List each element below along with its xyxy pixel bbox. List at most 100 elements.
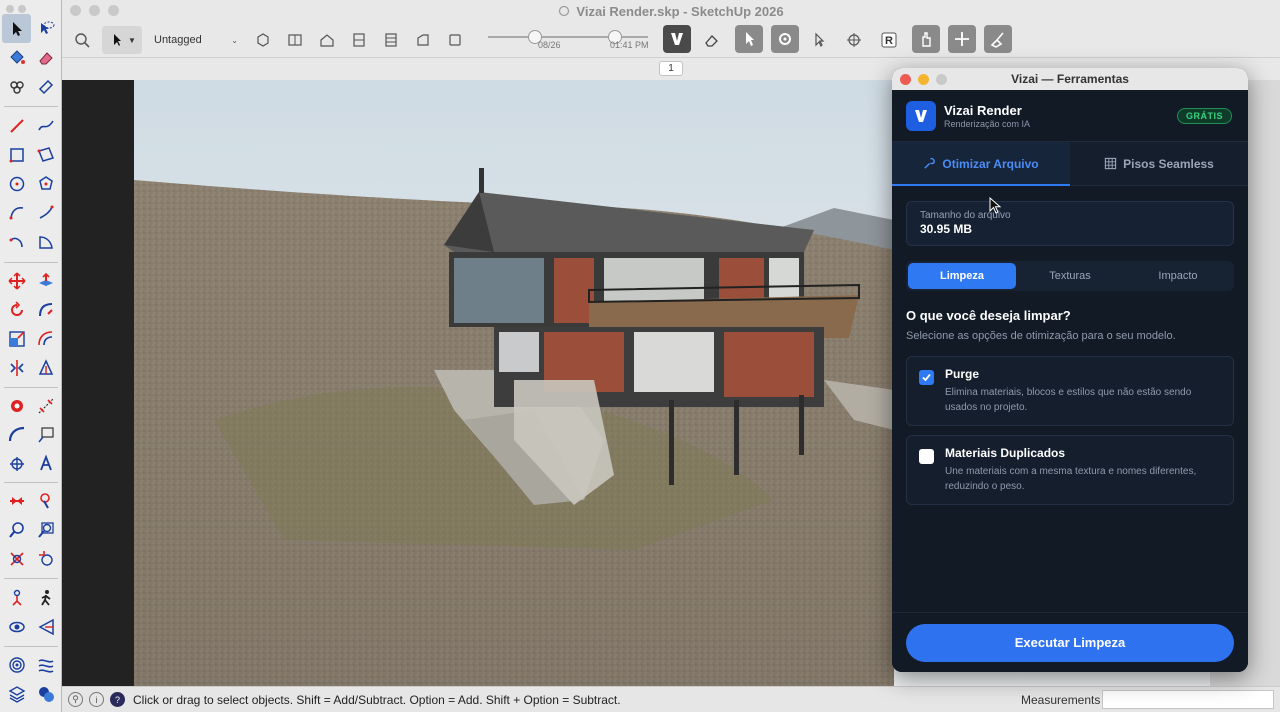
file-size-value: 30.95 MB xyxy=(920,222,973,236)
help-question-icon[interactable]: ? xyxy=(110,692,125,707)
view-right-button[interactable] xyxy=(348,26,370,54)
tag-tool-button[interactable] xyxy=(252,26,274,54)
tool-group-edit xyxy=(2,266,60,382)
vizai-minimize-button[interactable] xyxy=(918,74,929,85)
scene-tab-1[interactable]: 1 xyxy=(659,61,683,76)
zoom-window-tool-icon[interactable] xyxy=(31,515,60,544)
previous-view-tool-icon[interactable] xyxy=(31,544,60,573)
tag-tool-icon[interactable] xyxy=(31,72,60,101)
executar-limpeza-button[interactable]: Executar Limpeza xyxy=(906,623,1234,662)
text-tool-icon[interactable] xyxy=(31,420,60,449)
vizai-window-title: Vizai — Ferramentas xyxy=(1011,72,1129,86)
three-point-arc-tool-icon[interactable] xyxy=(2,227,31,256)
minimize-window-button[interactable] xyxy=(89,5,100,16)
vizai-extension-button[interactable] xyxy=(663,25,691,53)
view-back-button[interactable] xyxy=(380,26,402,54)
date-slider[interactable] xyxy=(488,30,580,44)
materials-tool-icon[interactable] xyxy=(31,679,60,708)
sandbox-contours-tool-icon[interactable] xyxy=(2,650,31,679)
view-front-button[interactable] xyxy=(284,26,306,54)
follow-me-tool-icon[interactable] xyxy=(31,295,60,324)
push-pull-tool-icon[interactable] xyxy=(31,266,60,295)
tape-measure-tool-icon[interactable] xyxy=(2,391,31,420)
rotate-tool-icon[interactable] xyxy=(2,295,31,324)
materiais-duplicados-checkbox[interactable] xyxy=(919,449,934,464)
extension-tool-3-button[interactable] xyxy=(808,26,832,54)
house-icon xyxy=(320,34,334,47)
polygon-tool-icon[interactable] xyxy=(31,169,60,198)
axes-tool-icon[interactable] xyxy=(2,449,31,478)
arc-tool-icon[interactable] xyxy=(2,198,31,227)
segment-impacto[interactable]: Impacto xyxy=(1124,263,1232,289)
segment-texturas[interactable]: Texturas xyxy=(1016,263,1124,289)
scale-tool-icon[interactable] xyxy=(2,324,31,353)
3d-text-tool-icon[interactable] xyxy=(31,449,60,478)
protractor-tool-icon[interactable] xyxy=(2,420,31,449)
zoom-window-button[interactable] xyxy=(108,5,119,16)
segment-limpeza[interactable]: Limpeza xyxy=(908,263,1016,289)
tool-group-construct xyxy=(2,391,60,478)
section-plane-tool-icon[interactable] xyxy=(2,486,31,515)
line-tool-icon[interactable] xyxy=(2,111,31,140)
time-slider[interactable] xyxy=(574,30,648,44)
zoom-extents-tool-icon[interactable] xyxy=(2,544,31,573)
move-tool-icon[interactable] xyxy=(2,266,31,295)
extension-tool-7-button[interactable] xyxy=(984,25,1012,53)
credits-info-icon[interactable]: i xyxy=(89,692,104,707)
freehand-tool-icon[interactable] xyxy=(31,111,60,140)
option-purge[interactable]: Purge Elimina materiais, blocos e estilo… xyxy=(906,356,1234,426)
cursor-pointer-icon xyxy=(746,32,754,46)
walk-tool-icon[interactable] xyxy=(31,583,60,612)
look-around-tool-icon[interactable] xyxy=(2,612,31,641)
offset-tool-icon[interactable] xyxy=(31,324,60,353)
main-toolbar: ▼ Untagged ⌄ 08/26 01:41 PM R xyxy=(62,22,1280,58)
circle-tool-icon[interactable] xyxy=(2,169,31,198)
section-fill-tool-icon[interactable] xyxy=(31,612,60,641)
dimension-tool-icon[interactable] xyxy=(31,391,60,420)
pie-tool-icon[interactable] xyxy=(31,227,60,256)
search-button[interactable] xyxy=(68,26,96,54)
sandbox-scratch-tool-icon[interactable] xyxy=(31,650,60,679)
back-view-icon xyxy=(385,33,397,47)
position-camera-tool-icon[interactable] xyxy=(2,583,31,612)
close-window-button[interactable] xyxy=(70,5,81,16)
eraser-tool-icon[interactable] xyxy=(31,43,60,72)
render-button[interactable]: R xyxy=(876,26,902,54)
orbit-tool-icon[interactable] xyxy=(31,486,60,515)
view-home-button[interactable] xyxy=(316,26,338,54)
two-point-arc-tool-icon[interactable] xyxy=(31,198,60,227)
vizai-footer: Executar Limpeza xyxy=(892,612,1248,672)
measurements-input[interactable] xyxy=(1102,690,1274,709)
geo-location-icon[interactable]: ⚲ xyxy=(68,692,83,707)
select-tool-icon[interactable] xyxy=(2,14,31,43)
tab-otimizar-arquivo[interactable]: Otimizar Arquivo xyxy=(892,142,1070,186)
rectangle-tool-icon[interactable] xyxy=(2,140,31,169)
solid-tools-icon[interactable] xyxy=(31,353,60,382)
extension-tool-2-button[interactable] xyxy=(771,25,799,53)
tab-otimizar-arquivo-label: Otimizar Arquivo xyxy=(942,156,1039,171)
tab-pisos-seamless-label: Pisos Seamless xyxy=(1123,156,1214,171)
extension-tool-6-button[interactable] xyxy=(948,25,976,53)
component-tool-icon[interactable] xyxy=(2,72,31,101)
move-arrows-icon xyxy=(955,32,969,46)
zoom-tool-icon[interactable] xyxy=(2,515,31,544)
flip-tool-icon[interactable] xyxy=(2,353,31,382)
vizai-close-button[interactable] xyxy=(900,74,911,85)
vizai-zoom-button[interactable] xyxy=(936,74,947,85)
layers-tool-icon[interactable] xyxy=(2,679,31,708)
view-bottom-button[interactable] xyxy=(444,26,466,54)
extension-tool-4-button[interactable] xyxy=(842,26,866,54)
tab-pisos-seamless[interactable]: Pisos Seamless xyxy=(1070,142,1248,185)
extension-tool-5-button[interactable] xyxy=(912,25,940,53)
tag-dropdown[interactable]: Untagged ⌄ xyxy=(150,26,242,54)
rotated-rectangle-tool-icon[interactable] xyxy=(31,140,60,169)
purge-checkbox[interactable] xyxy=(919,370,934,385)
extension-tool-1-button[interactable] xyxy=(735,25,763,53)
lasso-select-tool-icon[interactable] xyxy=(31,14,60,43)
view-left-button[interactable] xyxy=(412,26,434,54)
bottom-view-icon xyxy=(449,34,461,46)
option-materiais-duplicados[interactable]: Materiais Duplicados Une materiais com a… xyxy=(906,435,1234,505)
paint-bucket-tool-icon[interactable] xyxy=(2,43,31,72)
eraser-extension-button[interactable] xyxy=(700,26,724,54)
select-tool-button[interactable]: ▼ xyxy=(102,26,142,54)
